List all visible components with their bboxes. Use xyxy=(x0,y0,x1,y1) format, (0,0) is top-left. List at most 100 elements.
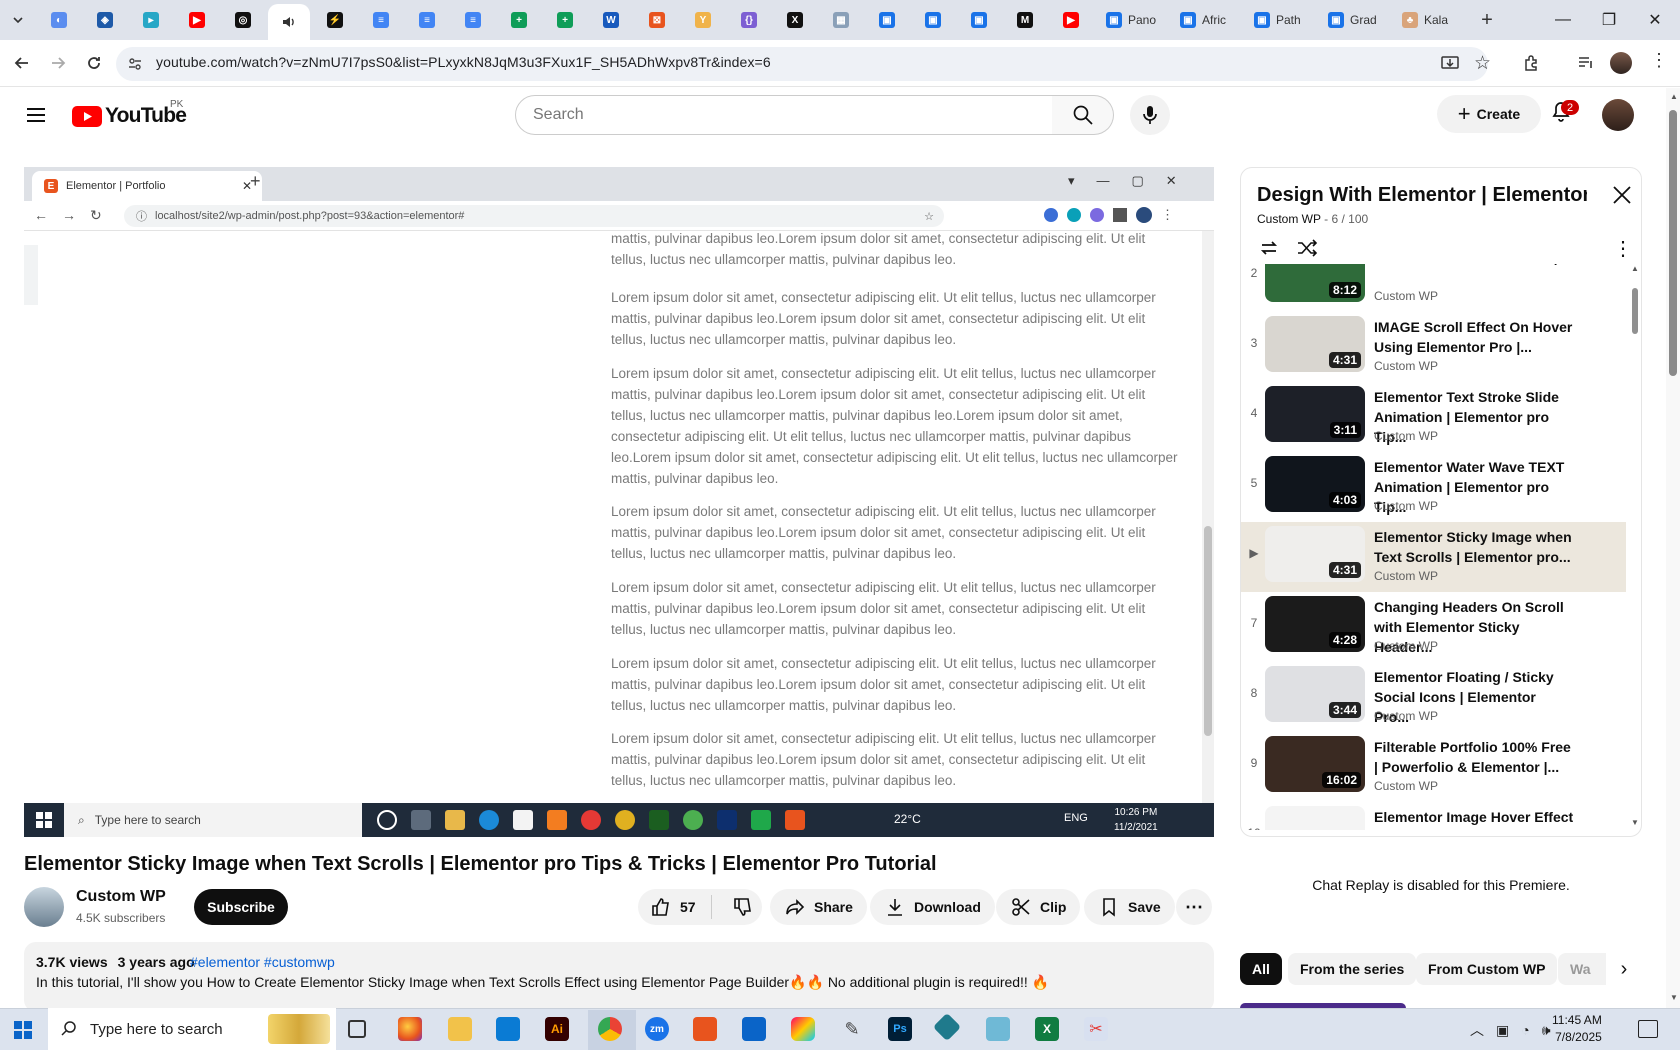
playlist-item[interactable]: 7 4:28 Changing Headers On Scroll with Ele… xyxy=(1241,592,1626,662)
tab-kala[interactable]: ♣ Kala xyxy=(1394,6,1464,34)
tray-chevron-icon[interactable]: ︿ xyxy=(1470,1020,1484,1040)
back-icon[interactable] xyxy=(12,53,32,73)
close-playlist-icon[interactable] xyxy=(1611,184,1633,206)
extensions-icon[interactable] xyxy=(1522,53,1542,73)
loop-icon[interactable] xyxy=(1257,236,1281,260)
playlist-item[interactable]: 8 3:44 Elementor Floating / Sticky Social … xyxy=(1241,662,1626,732)
zoom-icon[interactable]: zm xyxy=(645,1017,669,1041)
hashtags[interactable]: #elementor #customwp xyxy=(190,954,335,970)
playlist-item-title[interactable]: Elementor Sticky Image when Text Scrolls… xyxy=(1374,527,1574,567)
tab-19[interactable]: ▣ xyxy=(866,6,908,34)
tab-search-icon[interactable] xyxy=(0,6,36,34)
page-scrollbar[interactable]: ▲ ▼ xyxy=(1666,88,1680,1008)
tab-23[interactable]: ▶ xyxy=(1050,6,1092,34)
task-view-icon[interactable] xyxy=(348,1020,366,1038)
create-button[interactable]: + Create xyxy=(1437,95,1541,133)
playlist-item-thumbnail[interactable]: 4:31 xyxy=(1265,526,1365,582)
network-icon[interactable]: ▣ xyxy=(1496,1022,1509,1039)
url-text[interactable]: youtube.com/watch?v=zNmU7I7psS0&list=PLx… xyxy=(156,54,771,70)
illustrator-icon[interactable]: Ai xyxy=(545,1017,569,1041)
video-player[interactable]: E Elementor | Portfolio ✕ + ▾—▢✕ ←→↻ ⓘ lo… xyxy=(24,167,1214,837)
voice-search-button[interactable] xyxy=(1130,95,1170,135)
tab-2[interactable]: ◈ xyxy=(84,6,126,34)
profile-avatar[interactable] xyxy=(1610,52,1632,74)
playlist-scrollbar[interactable]: ▲ ▼ xyxy=(1629,264,1641,830)
playlist-item-thumbnail[interactable]: 3:11 xyxy=(1265,386,1365,442)
forward-icon[interactable] xyxy=(48,53,68,73)
xampp-icon[interactable] xyxy=(693,1017,717,1041)
account-avatar[interactable] xyxy=(1602,99,1634,131)
tab-grad[interactable]: ▣ Grad xyxy=(1320,6,1390,34)
search-button[interactable] xyxy=(1052,95,1114,135)
tab-9[interactable]: ≡ xyxy=(406,6,448,34)
restore-icon[interactable]: ❐ xyxy=(1586,8,1632,32)
playlist-item[interactable]: 5 4:03 Elementor Water Wave TEXT Animation… xyxy=(1241,452,1626,522)
playlist-item-thumbnail[interactable] xyxy=(1265,806,1365,830)
youtube-logo[interactable]: YouTube xyxy=(72,104,187,128)
tab-7[interactable]: ⚡ xyxy=(314,6,356,34)
playlist-item-title[interactable]: Filterable Portfolio 100% Free | Powerfo… xyxy=(1374,737,1574,777)
playlist-menu-icon[interactable]: ⋮ xyxy=(1613,236,1633,261)
tab-11[interactable]: + xyxy=(498,6,540,34)
like-button[interactable]: 57 xyxy=(638,895,712,919)
share-button[interactable]: Share xyxy=(770,889,867,925)
taskbar-search[interactable]: Type here to search xyxy=(48,1008,336,1050)
outlook-icon[interactable] xyxy=(742,1017,766,1041)
volume-icon[interactable]: 🕪 xyxy=(1542,1022,1551,1039)
tab-16[interactable]: {} xyxy=(728,6,770,34)
tab-path[interactable]: ▣ Path xyxy=(1246,6,1316,34)
playlist-item-thumbnail[interactable]: 4:31 xyxy=(1265,316,1365,372)
chips-next-icon[interactable]: › xyxy=(1606,953,1642,985)
playlist-item[interactable]: 9 16:02 Filterable Portfolio 100% Free | P… xyxy=(1241,732,1626,802)
tab-10[interactable]: ≡ xyxy=(452,6,494,34)
playlist-item[interactable]: 10 Elementor Image Hover Effect | WordPre… xyxy=(1241,802,1626,830)
pen-tool-icon[interactable]: ✎ xyxy=(840,1017,864,1041)
playlist-item[interactable]: 3 4:31 IMAGE Scroll Effect On Hover Using … xyxy=(1241,312,1626,382)
bookmark-star-icon[interactable]: ☆ xyxy=(1474,52,1491,75)
close-window-icon[interactable]: ✕ xyxy=(1632,8,1678,32)
minimize-icon[interactable]: — xyxy=(1540,8,1586,32)
tab-8[interactable]: ≡ xyxy=(360,6,402,34)
playlist-item-title[interactable]: 100% Free With Elementor |... xyxy=(1374,264,1574,267)
browser-menu-icon[interactable]: ⋮ xyxy=(1650,50,1668,71)
reload-icon[interactable] xyxy=(84,53,104,73)
playlist-item[interactable]: ▶ 4:31 Elementor Sticky Image when Text Sc… xyxy=(1241,522,1626,592)
windows-start-icon[interactable] xyxy=(14,1021,32,1039)
channel-avatar[interactable] xyxy=(24,887,64,927)
playlist-item-thumbnail[interactable]: 8:12 xyxy=(1265,264,1365,302)
notepad-icon[interactable] xyxy=(986,1017,1010,1041)
playlist-item-title[interactable]: IMAGE Scroll Effect On Hover Using Eleme… xyxy=(1374,317,1574,357)
tab-14[interactable]: ⊠ xyxy=(636,6,678,34)
playlist-item-thumbnail[interactable]: 4:03 xyxy=(1265,456,1365,512)
install-app-icon[interactable] xyxy=(1440,53,1460,73)
photos-icon[interactable] xyxy=(791,1017,815,1041)
tab-21[interactable]: ▣ xyxy=(958,6,1000,34)
search-input[interactable]: Search xyxy=(515,95,1053,135)
taskbar-clock[interactable]: 11:45 AM 7/8/2025 xyxy=(1552,1012,1602,1046)
more-actions-icon[interactable]: ⋯ xyxy=(1176,889,1212,925)
firefox-icon[interactable] xyxy=(398,1017,422,1041)
playlist-item-thumbnail[interactable]: 4:28 xyxy=(1265,596,1365,652)
media-control-icon[interactable] xyxy=(1576,53,1596,73)
subscribe-button[interactable]: Subscribe xyxy=(194,889,288,925)
snipping-tool-icon[interactable]: ✂ xyxy=(1084,1017,1108,1041)
excel-icon[interactable]: X xyxy=(1035,1017,1059,1041)
playlist-item[interactable]: 2 8:12 100% Free With Elementor |... Custom… xyxy=(1241,264,1626,312)
hamburger-menu-icon[interactable] xyxy=(24,103,48,127)
playlist-item-title[interactable]: Elementor Image Hover Effect | WordPress… xyxy=(1374,807,1574,830)
shuffle-icon[interactable] xyxy=(1295,236,1319,260)
site-info-icon[interactable] xyxy=(127,56,143,72)
tab-5[interactable]: ◎ xyxy=(222,6,264,34)
chip-all[interactable]: All xyxy=(1240,953,1282,985)
playlist-title[interactable]: Design With Elementor | Elementor ... xyxy=(1257,184,1587,207)
download-button[interactable]: Download xyxy=(870,889,995,925)
tab-12[interactable]: + xyxy=(544,6,586,34)
photoshop-icon[interactable]: Ps xyxy=(888,1017,912,1041)
new-tab-button[interactable]: + xyxy=(1466,6,1508,34)
tab-afric[interactable]: ▣ Afric xyxy=(1172,6,1242,34)
tab-pano[interactable]: ▣ Pano xyxy=(1098,6,1168,34)
tab-3[interactable]: ▸ xyxy=(130,6,172,34)
playlist-item-thumbnail[interactable]: 3:44 xyxy=(1265,666,1365,722)
channel-name[interactable]: Custom WP xyxy=(76,888,166,906)
tab-15[interactable]: Y xyxy=(682,6,724,34)
